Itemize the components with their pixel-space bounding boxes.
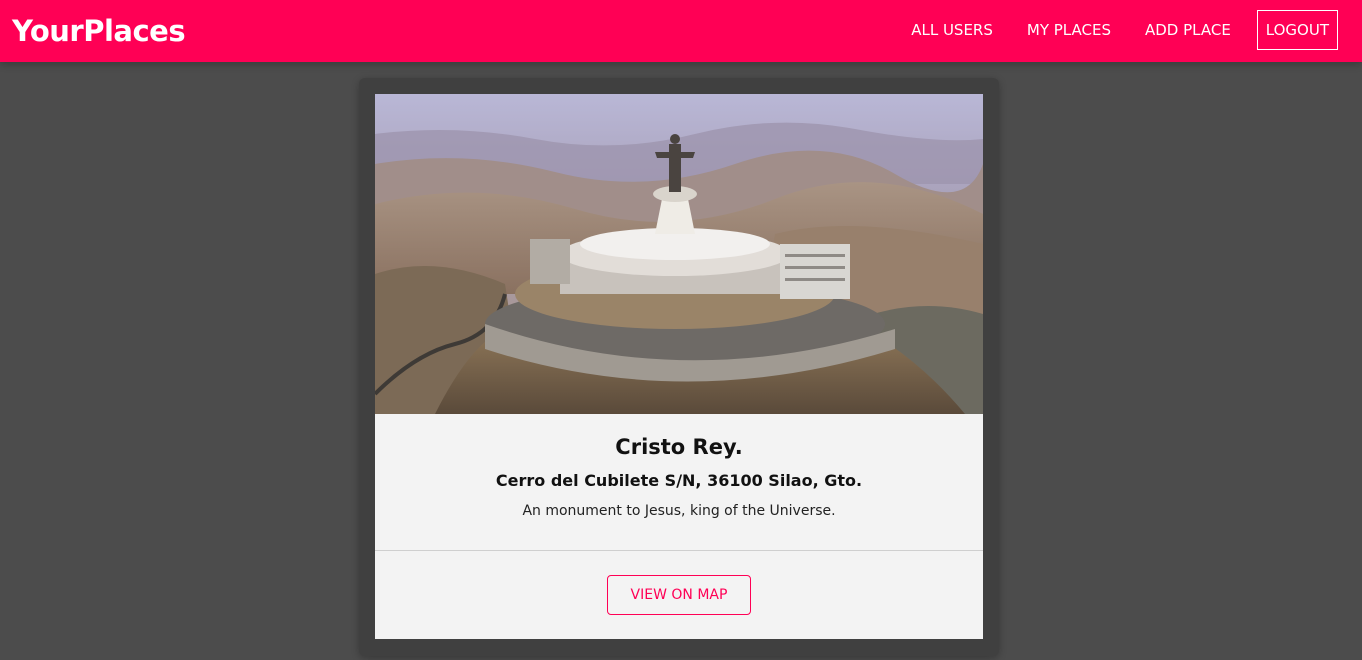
logo[interactable]: YourPlaces xyxy=(12,11,186,51)
view-on-map-button[interactable]: VIEW ON MAP xyxy=(606,575,752,615)
place-description: An monument to Jesus, king of the Univer… xyxy=(522,503,836,519)
place-item: Cristo Rey. Cerro del Cubilete S/N, 3610… xyxy=(359,78,999,656)
place-image xyxy=(375,94,983,414)
nav-add-place[interactable]: ADD PLACE xyxy=(1137,10,1239,50)
place-actions: VIEW ON MAP xyxy=(375,551,983,615)
main-nav: ALL USERS MY PLACES ADD PLACE LOGOUT xyxy=(885,10,1338,50)
nav-all-users[interactable]: ALL USERS xyxy=(903,10,1001,50)
place-info: Cristo Rey. Cerro del Cubilete S/N, 3610… xyxy=(375,414,983,551)
place-address: Cerro del Cubilete S/N, 36100 Silao, Gto… xyxy=(495,471,863,490)
place-photo xyxy=(375,94,983,414)
main-header: YourPlaces ALL USERS MY PLACES ADD PLACE… xyxy=(0,0,1362,62)
place-title: Cristo Rey. xyxy=(615,435,743,459)
logout-button[interactable]: LOGOUT xyxy=(1256,10,1338,50)
nav-my-places[interactable]: MY PLACES xyxy=(1019,10,1119,50)
place-card: Cristo Rey. Cerro del Cubilete S/N, 3610… xyxy=(375,94,983,639)
